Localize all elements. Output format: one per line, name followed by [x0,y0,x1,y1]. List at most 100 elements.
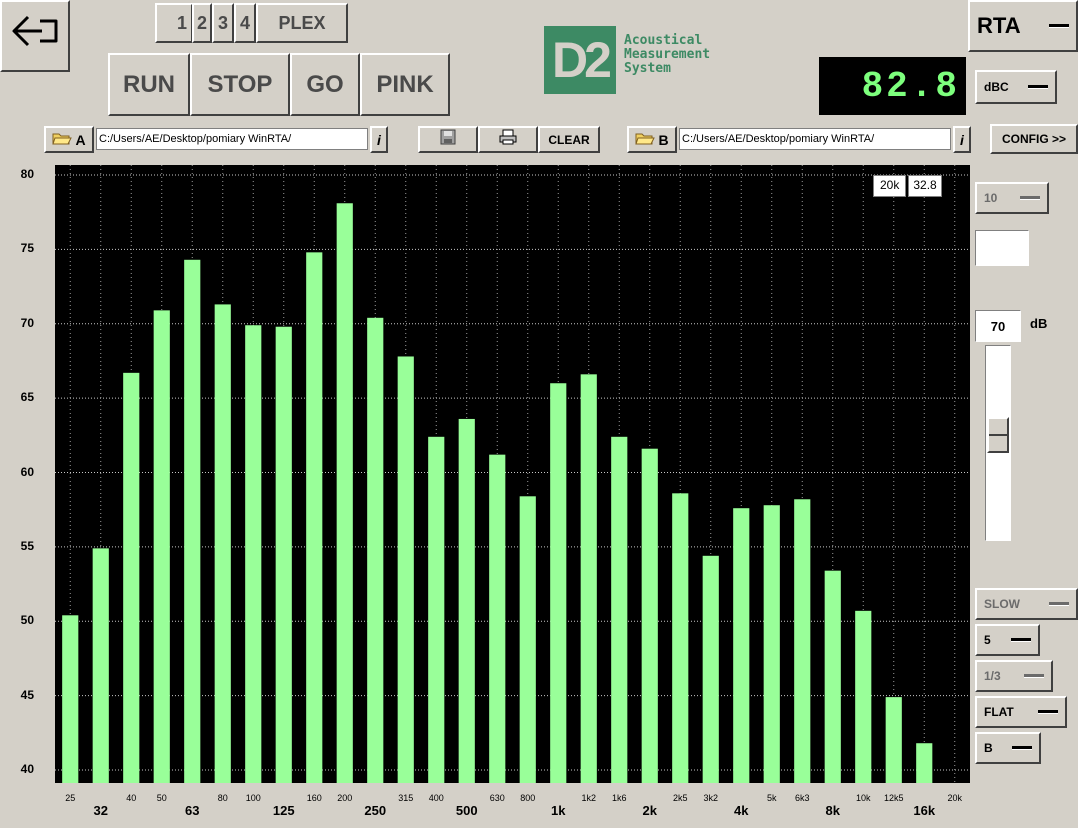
go-button[interactable]: GO [290,53,360,116]
x-tick-label: 5k [766,793,777,803]
x-axis: 25 32 40 50 63 80 100 125 160 200 250 315 400 500 630 8… [55,783,970,828]
run-button[interactable]: RUN [108,53,190,116]
y-tick-label: 80 [20,167,34,181]
bar-400 [428,436,445,783]
x-tick-label: 32 [93,803,108,818]
y-tick-label: 45 [20,687,34,702]
x-tick-label: 40 [126,793,137,803]
file-b-info-button[interactable]: i [953,126,971,153]
save-icon [440,129,456,150]
empty-field[interactable] [975,230,1029,266]
weighting-filter-dropdown[interactable]: FLAT [975,696,1067,728]
file-a-info-button[interactable]: i [370,126,388,153]
x-tick-label: 2k5 [672,793,688,803]
mode-dropdown[interactable]: RTA [968,0,1078,52]
bar-40 [123,372,140,783]
cursor-readout: 20k 32.8 [873,175,942,197]
x-tick-label: 80 [217,793,228,803]
x-tick-label: 100 [245,793,261,803]
bar-3k2 [702,555,719,783]
printer-icon [499,129,517,150]
dropdown-arrow-icon [1038,710,1058,714]
y-tick-label: 75 [20,241,34,256]
open-file-b-button[interactable]: B [627,126,677,153]
speed-dropdown[interactable]: SLOW [975,588,1078,620]
bar-10k [855,610,872,783]
cursor-level: 32.8 [908,175,942,197]
bar-1k6 [611,436,628,783]
reference-level-field[interactable]: 70 [975,310,1021,342]
x-tick-label: 16k [913,803,936,818]
file-a-path[interactable]: C:/Users/AE/Desktop/pomiary WinRTA/ [96,128,368,150]
stop-button[interactable]: STOP [190,53,290,116]
x-tick-label: 3k2 [703,793,719,803]
channel-dropdown[interactable]: B [975,732,1041,764]
x-tick-label: 250 [364,803,387,818]
logo: D2 Acoustical Measurement System [544,26,744,96]
x-tick-label: 10k [855,793,871,803]
y-tick-label: 55 [20,538,34,553]
bar-50 [153,310,170,783]
bar-2k5 [672,493,689,783]
x-tick-label: 1k [551,803,566,818]
x-tick-label: 25 [65,793,76,803]
bar-25 [62,615,79,783]
bar-8k [824,570,841,783]
dropdown-arrow-icon [1020,196,1040,200]
bar-500 [458,418,475,783]
average-dropdown[interactable]: 5 [975,624,1040,656]
dropdown-arrow-icon [1012,746,1032,750]
open-file-a-button[interactable]: A [44,126,94,153]
bands-dropdown[interactable]: 1/3 [975,660,1053,692]
back-button[interactable] [0,0,70,72]
level-slider-thumb[interactable] [987,417,1009,454]
logo-text: Acoustical Measurement System [624,33,711,76]
bar-80 [214,304,231,783]
x-tick-label: 12k5 [883,793,904,803]
pink-button[interactable]: PINK [360,53,450,116]
x-tick-label: 160 [306,793,322,803]
x-tick-label: 6k3 [794,793,810,803]
spectrum-plot[interactable]: 20k 32.8 [55,165,970,783]
y-tick-label: 50 [20,613,34,628]
tab-1[interactable]: 1 [155,3,193,43]
reference-unit-label: dB [1030,316,1048,331]
x-tick-label: 4k [734,803,749,818]
bar-63 [184,259,201,783]
range-dropdown[interactable]: 10 [975,182,1049,214]
x-tick-label: 1k6 [611,793,627,803]
bar-32 [92,548,109,783]
x-tick-label: 200 [337,793,353,803]
bar-630 [489,454,506,783]
level-readout: 82.8 [819,57,966,115]
tab-2[interactable]: 2 [192,3,212,43]
x-tick-label: 63 [185,803,200,818]
x-tick-label: 20k [947,793,963,803]
config-button[interactable]: CONFIG >> [990,124,1078,154]
y-tick-label: 40 [20,762,34,776]
x-tick-label: 800 [520,793,536,803]
bar-250 [367,317,384,783]
tab-plex[interactable]: PLEX [256,3,348,43]
save-button[interactable] [418,126,478,153]
tab-4[interactable]: 4 [234,3,256,43]
level-slider-track[interactable] [985,345,1011,541]
bar-100 [245,325,262,783]
x-tick-label: 50 [156,793,167,803]
bar-4k [733,508,750,783]
spectrum-chart [55,165,970,783]
bar-1k [550,383,567,783]
clear-button[interactable]: CLEAR [538,126,600,153]
bar-1k2 [580,374,597,783]
folder-open-icon [52,131,73,148]
print-button[interactable] [478,126,538,153]
x-tick-label: 315 [398,793,414,803]
x-tick-label: 500 [455,803,478,818]
tab-3[interactable]: 3 [212,3,234,43]
y-tick-label: 65 [20,390,34,405]
dropdown-arrow-icon [1049,24,1069,28]
weighting-dropdown[interactable]: dBC [975,70,1057,104]
dropdown-arrow-icon [1028,85,1048,89]
y-tick-label: 70 [20,315,34,330]
file-b-path[interactable]: C:/Users/AE/Desktop/pomiary WinRTA/ [679,128,951,150]
